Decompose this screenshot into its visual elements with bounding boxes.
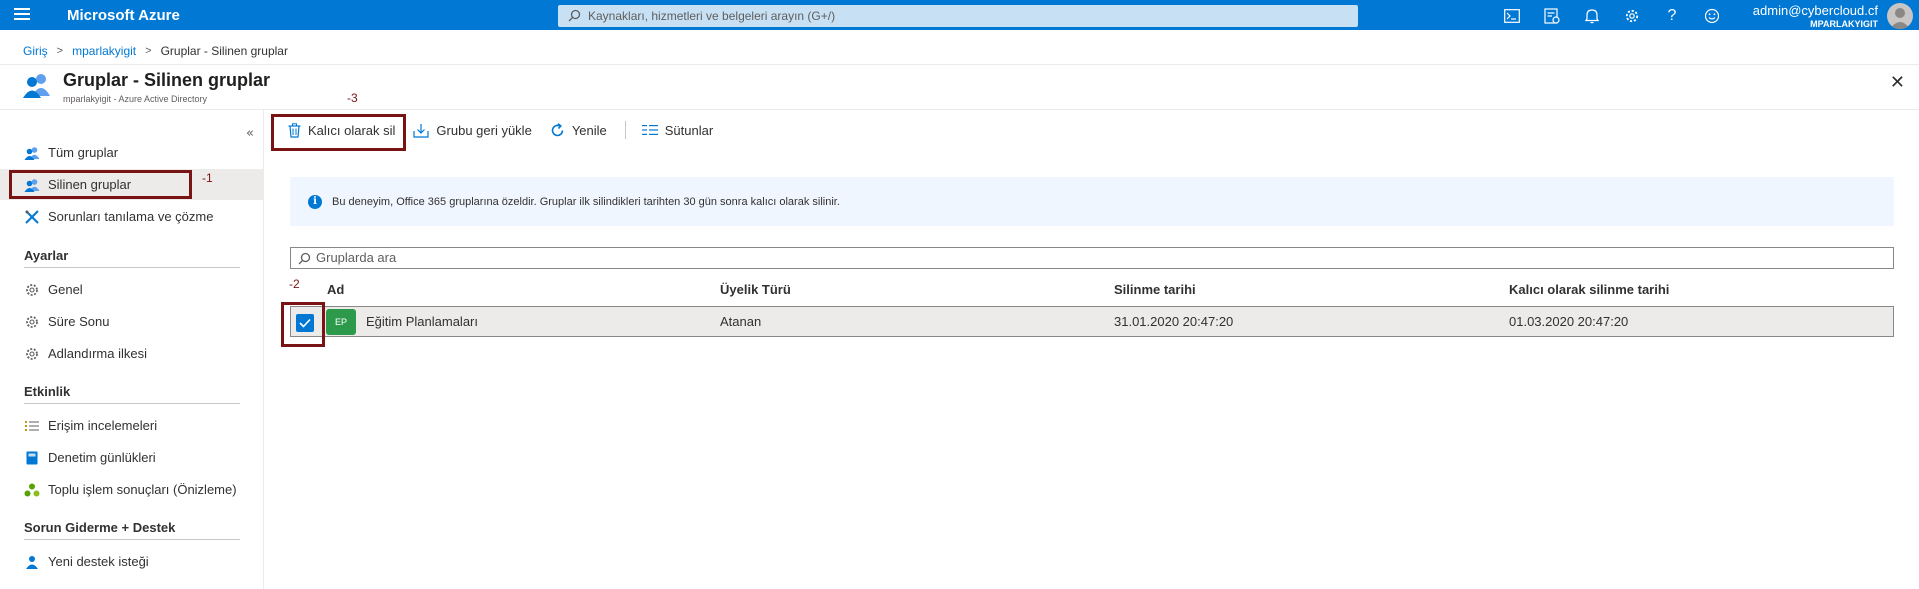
groups-search-input[interactable]: Gruplarda ara: [290, 247, 1894, 269]
divider: [24, 267, 240, 268]
column-header-deleted-date[interactable]: Silinme tarihi: [1114, 282, 1196, 297]
divider: [24, 539, 240, 540]
sidebar-item-new-support-request[interactable]: Yeni destek isteği: [0, 546, 263, 577]
sidebar-item-audit-logs[interactable]: Denetim günlükleri: [0, 442, 263, 473]
log-book-icon: [24, 450, 40, 466]
sidebar-item-label: Yeni destek isteği: [48, 554, 149, 569]
group-initials-badge: EP: [326, 309, 356, 335]
group-icon: [24, 145, 40, 161]
gear-icon: [24, 282, 40, 298]
annotation-label-step2: -2: [289, 277, 300, 291]
avatar[interactable]: [1887, 3, 1913, 29]
sidebar-item-label: Adlandırma ilkesi: [48, 346, 147, 361]
sidebar-item-diagnose[interactable]: Sorunları tanılama ve çözme: [0, 201, 263, 232]
annotation-label-step3: -3: [347, 91, 358, 105]
sidebar-item-naming-policy[interactable]: Adlandırma ilkesi: [0, 338, 263, 369]
cell-purge-date: 01.03.2020 20:47:20: [1509, 314, 1629, 329]
user-account[interactable]: admin@cybercloud.cf MPARLAKYIGIT: [1753, 4, 1878, 30]
breadcrumb-current: Gruplar - Silinen gruplar: [160, 44, 288, 58]
hamburger-menu-icon[interactable]: [14, 8, 30, 22]
bulk-operations-icon: [24, 482, 40, 498]
cloud-shell-icon[interactable]: [1492, 7, 1532, 25]
restore-group-button[interactable]: Grubu geri yükle: [413, 122, 532, 138]
sidebar-item-label: Toplu işlem sonuçları (Önizleme): [48, 482, 237, 497]
search-icon: [298, 252, 311, 265]
bell-icon[interactable]: [1572, 7, 1612, 25]
table-row[interactable]: [290, 306, 1894, 337]
annotation-label-step1: -1: [202, 171, 213, 185]
gear-icon: [24, 346, 40, 362]
directory-filter-icon[interactable]: [1532, 7, 1572, 25]
groups-icon: [22, 72, 52, 101]
user-email: admin@cybercloud.cf: [1752, 3, 1878, 18]
gear-icon: [24, 314, 40, 330]
wrench-icon: [24, 209, 40, 225]
divider: [0, 64, 1919, 65]
sidebar-item-label: Genel: [48, 282, 83, 297]
cell-membership: Atanan: [720, 314, 762, 329]
restore-download-icon: [413, 123, 430, 138]
breadcrumb-home[interactable]: Giriş: [23, 44, 48, 58]
sidebar-item-label: Süre Sonu: [48, 314, 110, 329]
help-icon[interactable]: ?: [1652, 7, 1692, 25]
chevron-right-icon: >: [145, 45, 152, 57]
refresh-icon: [550, 122, 565, 138]
sidebar-heading-support: Sorun Giderme + Destek: [24, 520, 176, 535]
page-title: Gruplar - Silinen gruplar: [63, 70, 271, 90]
divider: [0, 109, 1919, 110]
sidebar-item-expiration[interactable]: Süre Sonu: [0, 306, 263, 337]
groups-search-placeholder: Gruplarda ara: [316, 250, 397, 265]
sidebar-item-general[interactable]: Genel: [0, 274, 263, 305]
page-subtitle: mparlakyigit - Azure Active Directory: [63, 94, 208, 104]
sidebar-item-all-groups[interactable]: Tüm gruplar: [0, 137, 263, 168]
top-bar: Microsoft Azure Kaynakları, hizmetleri v…: [0, 0, 1919, 30]
brand-name[interactable]: Microsoft Azure: [67, 7, 180, 24]
sidebar-item-label: Sorunları tanılama ve çözme: [48, 209, 214, 224]
sidebar-item-bulk-results[interactable]: Toplu işlem sonuçları (Önizleme): [0, 474, 263, 505]
sidebar-item-access-reviews[interactable]: Erişim incelemeleri: [0, 410, 263, 441]
annotation-box-step3: [271, 114, 406, 151]
user-tenant: MPARLAKYIGIT: [1810, 19, 1878, 29]
divider: [24, 403, 240, 404]
info-banner: i Bu deneyim, Office 365 gruplarına özel…: [290, 177, 1894, 226]
support-person-icon: [24, 554, 40, 570]
top-icons: ?: [1492, 7, 1732, 25]
annotation-box-step2: [281, 302, 325, 347]
chevron-right-icon: >: [56, 45, 64, 57]
sidebar-heading-activity: Etkinlik: [24, 384, 71, 399]
columns-button[interactable]: Sütunlar: [641, 122, 714, 138]
sidebar-item-label: Denetim günlükleri: [48, 450, 156, 465]
column-header-membership[interactable]: Üyelik Türü: [720, 282, 791, 297]
refresh-button[interactable]: Yenile: [550, 123, 607, 138]
global-search-placeholder: Kaynakları, hizmetleri ve belgeleri aray…: [588, 9, 836, 23]
sidebar-item-label: Erişim incelemeleri: [48, 418, 158, 433]
annotation-box-step1: [9, 170, 192, 199]
column-header-purge-date[interactable]: Kalıcı olarak silinme tarihi: [1509, 282, 1669, 297]
columns-icon: [641, 124, 658, 136]
columns-label: Sütunlar: [664, 122, 714, 138]
close-icon[interactable]: ✕: [1890, 72, 1905, 93]
breadcrumb: Giriş > mparlakyigit > Gruplar - Silinen…: [23, 44, 288, 58]
toolbar-separator: [624, 121, 626, 139]
cell-name[interactable]: Eğitim Planlamaları: [366, 314, 478, 329]
global-search-input[interactable]: Kaynakları, hizmetleri ve belgeleri aray…: [558, 5, 1358, 27]
sidebar-item-label: Tüm gruplar: [48, 145, 119, 160]
feedback-smiley-icon[interactable]: [1692, 7, 1732, 25]
cell-deleted-date: 31.01.2020 20:47:20: [1114, 314, 1234, 329]
column-header-name[interactable]: Ad: [327, 282, 344, 297]
search-icon: [568, 9, 581, 22]
breadcrumb-directory[interactable]: mparlakyigit: [72, 44, 136, 58]
restore-group-label: Grubu geri yükle: [436, 122, 532, 138]
sidebar-heading-settings: Ayarlar: [24, 248, 69, 263]
list-icon: [24, 418, 40, 434]
info-text: Bu deneyim, Office 365 gruplarına özeldi…: [332, 195, 840, 208]
gear-icon[interactable]: [1612, 7, 1652, 25]
info-icon: i: [308, 194, 322, 209]
refresh-label: Yenile: [571, 122, 607, 138]
